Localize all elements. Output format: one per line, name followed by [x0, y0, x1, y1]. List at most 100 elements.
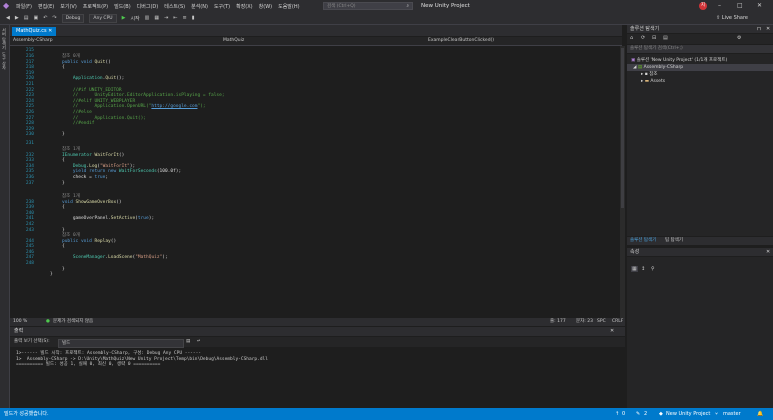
- live-share-button[interactable]: ⇪ Live Share: [716, 12, 748, 24]
- menu-item[interactable]: 프로젝트(P): [83, 3, 108, 10]
- code-line: void ShowGameOverBox(): [62, 199, 122, 205]
- maximize-icon[interactable]: □: [737, 0, 743, 12]
- menu-item[interactable]: 디버그(D): [137, 3, 159, 10]
- issues-status[interactable]: 문제가 검색되지 않음: [53, 318, 93, 326]
- start-button[interactable]: 시작: [130, 15, 139, 22]
- zoom-level[interactable]: 100 %: [13, 318, 27, 326]
- redo-icon[interactable]: ↷: [52, 15, 56, 21]
- pin-icon[interactable]: ⊓: [757, 25, 761, 33]
- code-line: public void Replay(): [62, 238, 117, 244]
- repo-name[interactable]: New Unity Project: [666, 408, 710, 420]
- search-icon: ⌕: [406, 4, 409, 9]
- tree-item-solution[interactable]: ▣ 솔루션 'New Unity Project' (1/1개 프로젝트): [631, 57, 727, 64]
- panel-close-icon[interactable]: ✕: [766, 248, 770, 256]
- menu-item[interactable]: 테스트(S): [164, 3, 185, 10]
- scrollbar-thumb[interactable]: [621, 48, 624, 208]
- output-line: ========== 빌드: 성공 1, 실패 0, 최신 0, 생략 0 ==…: [16, 362, 161, 368]
- editor-status-strip: 100 % ● 문제가 검색되지 않음 줄: 177 문자: 23 SPC CR…: [10, 318, 625, 326]
- tree-item-project[interactable]: ◢ ▤ Assembly-CSharp: [627, 64, 773, 71]
- back-icon[interactable]: ◀: [6, 15, 10, 21]
- properties-icon[interactable]: ⚙: [737, 35, 741, 41]
- start-icon[interactable]: ▶: [122, 15, 126, 21]
- changes-count[interactable]: 2: [644, 408, 647, 420]
- new-file-icon[interactable]: ▤: [24, 15, 29, 21]
- search-input[interactable]: 검색 (Ctrl+Q) ⌕: [323, 2, 413, 10]
- collapse-icon[interactable]: ⊟: [652, 35, 656, 41]
- menu-item[interactable]: 도구(T): [214, 3, 230, 10]
- toolbar: ◀ ▶ ▤ ▣ ↶ ↷ Debug Any CPU ▶ 시작 ▥ ▦ ⇥ ⇤ ≡…: [0, 12, 773, 25]
- platform-dropdown[interactable]: Any CPU: [89, 13, 117, 23]
- config-dropdown[interactable]: Debug: [61, 13, 85, 23]
- outdent-icon[interactable]: ⇤: [173, 15, 177, 21]
- menu-item[interactable]: 빌드(B): [114, 3, 131, 10]
- home-icon[interactable]: ⌂: [630, 35, 633, 41]
- menu-item[interactable]: 분석(N): [191, 3, 208, 10]
- show-files-icon[interactable]: ▤: [663, 35, 668, 41]
- toolbox-tab[interactable]: 도구 상자: [1, 52, 7, 69]
- tree-item-assets[interactable]: ▸ ▬ Assets: [641, 78, 665, 85]
- line-number: 243: [25, 227, 34, 233]
- push-icon[interactable]: ↑: [615, 408, 619, 420]
- code-line: //#endif: [62, 121, 95, 127]
- tab-mathquiz[interactable]: MathQuiz.cs ✕: [12, 27, 57, 36]
- menu-item[interactable]: 확장(X): [236, 3, 253, 10]
- nav-class-dropdown[interactable]: MathQuiz: [223, 37, 244, 45]
- close-icon[interactable]: ✕: [757, 0, 762, 12]
- undo-icon[interactable]: ↶: [43, 15, 47, 21]
- categorized-icon[interactable]: ▦: [631, 266, 638, 272]
- navigation-bar: Assembly-CSharp MathQuiz ExampleClearBut…: [10, 37, 622, 46]
- properties-panel: ▦ ↕ ⚲: [627, 257, 773, 408]
- line-number-gutter: 215 216 217 218 219 220 221 222 223 224 225 226 227 2…: [10, 46, 42, 318]
- menu-item[interactable]: 보기(V): [60, 3, 77, 10]
- bookmark-icon[interactable]: ▮: [192, 15, 195, 21]
- collapsed-arrow-icon: ▸: [641, 72, 644, 77]
- panel-close-icon[interactable]: ✕: [610, 327, 614, 336]
- output-source-dropdown[interactable]: 빌드: [58, 338, 184, 348]
- indent-icon[interactable]: ⇥: [164, 15, 168, 21]
- panel-close-icon[interactable]: ✕: [766, 25, 770, 33]
- repo-icon[interactable]: ◆: [659, 408, 663, 420]
- property-pages-icon[interactable]: ⚲: [651, 266, 655, 272]
- close-tab-icon[interactable]: ✕: [48, 28, 52, 34]
- forward-icon[interactable]: ▶: [15, 15, 19, 21]
- menu-item[interactable]: 편집(E): [38, 3, 54, 10]
- save-icon[interactable]: ▣: [33, 15, 38, 21]
- editor-scrollbar[interactable]: [620, 46, 625, 318]
- code-editor[interactable]: 215 216 217 218 219 220 221 222 223 224 225 226 227 2…: [10, 46, 620, 318]
- alphabetical-icon[interactable]: ↕: [641, 266, 645, 272]
- push-count[interactable]: 0: [622, 408, 625, 420]
- layout-icon[interactable]: ▦: [154, 15, 159, 21]
- tree-item-references[interactable]: ▸ ▪ 참조: [641, 71, 657, 78]
- clear-output-icon[interactable]: ▤: [186, 337, 190, 347]
- menu-item[interactable]: 도움말(H): [278, 3, 299, 10]
- output-text[interactable]: 1>------ 빌드 시작: 프로젝트: Assembly-CSharp, 구…: [10, 348, 618, 408]
- solution-search-input[interactable]: 솔루션 탐색기 검색(Ctrl+;): [627, 45, 773, 53]
- nav-project-dropdown[interactable]: Assembly-CSharp: [13, 37, 53, 45]
- tab-team-explorer[interactable]: 팀 탐색기: [665, 237, 683, 245]
- folder-icon[interactable]: ▥: [145, 15, 150, 21]
- code-line: }: [50, 272, 53, 278]
- word-wrap-icon[interactable]: ↵: [197, 337, 201, 347]
- tab-solution-explorer[interactable]: 솔루션 탐색기: [630, 237, 656, 245]
- menu-item[interactable]: 파일(F): [16, 3, 32, 10]
- code-line: {: [62, 205, 65, 211]
- branch-name[interactable]: master: [723, 408, 741, 420]
- avatar[interactable]: 지: [699, 2, 707, 10]
- changes-icon[interactable]: ✎: [636, 408, 640, 420]
- code-line: IEnumerator WaitForIt(): [62, 152, 125, 158]
- notifications-icon[interactable]: 🔔: [757, 408, 763, 420]
- output-title: 출력: [14, 328, 24, 334]
- menu-bar: ◆ 파일(F) 편집(E) 보기(V) 프로젝트(P) 빌드(B) 디버그(D) 테스트(S…: [0, 0, 773, 12]
- project-label: Assembly-CSharp: [643, 65, 684, 70]
- sync-icon[interactable]: ⟳: [641, 35, 645, 41]
- comment-icon[interactable]: ≡: [183, 15, 187, 21]
- minimize-icon[interactable]: –: [718, 0, 721, 12]
- search-placeholder: 검색 (Ctrl+Q): [327, 4, 356, 9]
- menu-item[interactable]: 창(W): [259, 3, 272, 10]
- references-label: 참조: [649, 72, 658, 77]
- nav-member-dropdown[interactable]: ExampleClearButtonClicked(): [428, 37, 494, 45]
- solution-explorer-title: 솔루션 탐색기: [630, 26, 660, 32]
- server-explorer-tab[interactable]: 서버 탐색기: [1, 28, 7, 49]
- branch-icon[interactable]: ⑂: [715, 408, 718, 420]
- code-line: }: [62, 266, 65, 272]
